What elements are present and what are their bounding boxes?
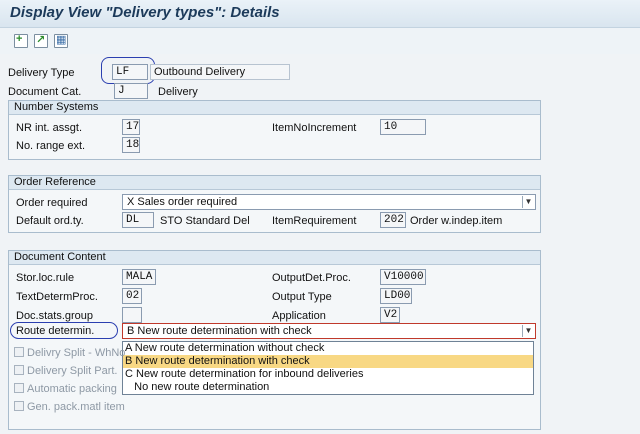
checkbox-label: Gen. pack.matl item	[27, 401, 125, 413]
order-required-combo[interactable]: X Sales order required ▼	[122, 194, 536, 210]
delivery-type-description: Outbound Delivery	[150, 64, 290, 80]
checkbox-box[interactable]	[14, 401, 24, 411]
delivery-type-label: Delivery Type	[8, 67, 75, 79]
order-reference-title: Order Reference	[9, 176, 540, 190]
output-type-field[interactable]: LD00	[380, 288, 412, 304]
item-requirement-field[interactable]: 202	[380, 212, 406, 228]
application-label: Application	[272, 310, 326, 322]
toolbar: + ↗ ▦	[0, 28, 640, 54]
text-determ-proc-label: TextDetermProc.	[16, 291, 98, 303]
default-ordty-label: Default ord.ty.	[16, 215, 84, 227]
route-option-b[interactable]: B New route determination with check	[123, 355, 533, 368]
new-entry-icon[interactable]: +	[14, 33, 28, 48]
no-range-ext-label: No. range ext.	[16, 140, 86, 152]
application-field[interactable]: V2	[380, 307, 400, 323]
number-systems-title: Number Systems	[9, 101, 540, 115]
highlight-oval-delivery-type	[101, 57, 155, 84]
checkbox-box[interactable]	[14, 365, 24, 375]
route-option-c[interactable]: C New route determination for inbound de…	[123, 368, 533, 381]
document-cat-field[interactable]: J	[114, 83, 148, 99]
checkbox-box[interactable]	[14, 347, 24, 357]
default-ordty-field[interactable]: DL	[122, 212, 154, 228]
default-ordty-description: STO Standard Del	[160, 215, 250, 227]
output-type-label: Output Type	[272, 291, 332, 303]
route-determin-label: Route determin.	[16, 325, 95, 337]
doc-stats-group-field[interactable]	[122, 307, 142, 323]
route-determin-value: B New route determination with check	[127, 325, 312, 337]
text-determ-proc-field[interactable]: 02	[122, 288, 142, 304]
item-requirement-label: ItemRequirement	[272, 215, 357, 227]
doc-stats-group-label: Doc.stats.group	[16, 310, 94, 322]
checkbox-label: Automatic packing	[27, 383, 117, 395]
chevron-down-icon[interactable]: ▼	[522, 325, 534, 337]
item-no-increment-label: ItemNoIncrement	[272, 122, 357, 134]
checkbox-box[interactable]	[14, 383, 24, 393]
order-required-value: X Sales order required	[127, 196, 238, 208]
output-det-proc-field[interactable]: V10000	[380, 269, 426, 285]
route-determin-combo[interactable]: B New route determination with check ▼	[122, 323, 536, 339]
title-bar: Display View "Delivery types": Details	[0, 0, 640, 28]
checkbox-label: Delivery Split Part.	[27, 365, 118, 377]
item-requirement-description: Order w.indep.item	[410, 215, 503, 227]
no-range-ext-field[interactable]: 18	[122, 137, 140, 153]
checkbox-delivery-split-part[interactable]: Delivery Split Part.	[14, 365, 117, 377]
copy-entry-icon[interactable]: ↗	[34, 34, 48, 48]
item-no-increment-field[interactable]: 10	[380, 119, 426, 135]
checkbox-label: Delivry Split - WhNo	[27, 347, 126, 359]
checkbox-gen-pack-matl-item[interactable]: Gen. pack.matl item	[14, 401, 125, 413]
route-option-a[interactable]: A New route determination without check	[123, 342, 533, 355]
stor-loc-rule-label: Stor.loc.rule	[16, 272, 75, 284]
chevron-down-icon[interactable]: ▼	[522, 196, 534, 208]
route-option-none[interactable]: No new route determination	[123, 381, 533, 394]
page-title: Display View "Delivery types": Details	[10, 4, 280, 21]
checkbox-automatic-packing[interactable]: Automatic packing	[14, 383, 117, 395]
nr-int-assgt-field[interactable]: 17	[122, 119, 140, 135]
output-det-proc-label: OutputDet.Proc.	[272, 272, 351, 284]
document-content-title: Document Content	[9, 251, 540, 265]
order-required-label: Order required	[16, 197, 88, 209]
stor-loc-rule-field[interactable]: MALA	[122, 269, 156, 285]
document-cat-label: Document Cat.	[8, 86, 82, 98]
document-cat-description: Delivery	[158, 86, 198, 98]
route-determin-dropdown: A New route determination without check …	[122, 341, 534, 395]
nr-int-assgt-label: NR int. assgt.	[16, 122, 83, 134]
checkbox-delivery-split-whno[interactable]: Delivry Split - WhNo	[14, 347, 125, 359]
details-icon[interactable]: ▦	[54, 34, 68, 48]
